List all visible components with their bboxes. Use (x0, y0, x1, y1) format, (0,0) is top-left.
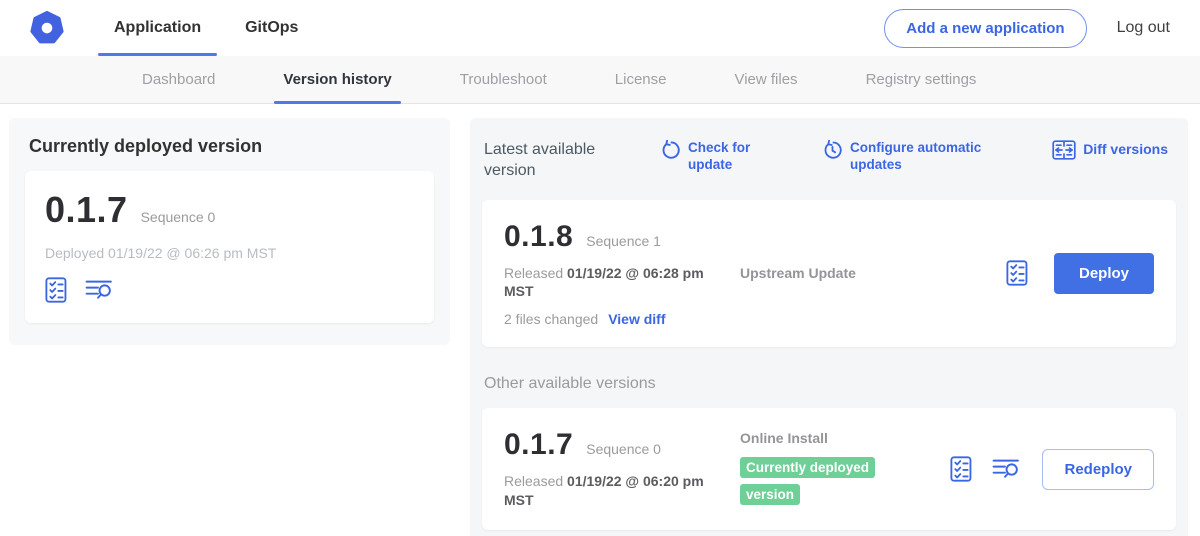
currently-deployed-badge: Currently deployed version (740, 455, 900, 508)
other-released-timestamp: Released 01/19/22 @ 06:20 pm MST (504, 472, 732, 510)
other-version-info: 0.1.7 Sequence 0 Released 01/19/22 @ 06:… (504, 428, 736, 510)
view-files-magnifier-icon[interactable] (85, 278, 113, 302)
version-card-other: 0.1.7 Sequence 0 Released 01/19/22 @ 06:… (482, 408, 1176, 530)
topnav-right: Add a new application Log out (884, 9, 1170, 48)
view-files-magnifier-icon[interactable] (992, 457, 1020, 481)
latest-actions: Deploy (1006, 253, 1154, 294)
latest-source-label: Upstream Update (740, 265, 1006, 281)
subnav-item-view-files[interactable]: View files (734, 56, 797, 103)
deployed-sequence-label: Sequence 0 (141, 209, 216, 225)
latest-released-timestamp: Released 01/19/22 @ 06:28 pm MST (504, 264, 732, 302)
subnav-item-registry-settings[interactable]: Registry settings (866, 56, 977, 103)
logout-link[interactable]: Log out (1117, 19, 1170, 37)
other-sequence-label: Sequence 0 (586, 441, 661, 457)
version-card-latest: 0.1.8 Sequence 1 Released 01/19/22 @ 06:… (482, 200, 1176, 348)
diff-versions-icon (1052, 140, 1076, 160)
view-diff-link[interactable]: View diff (608, 311, 665, 327)
other-actions: Redeploy (950, 449, 1154, 490)
subnav-item-version-history[interactable]: Version history (283, 56, 391, 103)
subnav-item-license[interactable]: License (615, 56, 667, 103)
auto-update-clock-icon (822, 140, 843, 161)
panel-header: Latest available version Check for updat… (482, 132, 1176, 200)
deployed-version-number: 0.1.7 (45, 189, 128, 231)
tab-application[interactable]: Application (98, 0, 217, 56)
latest-files-changed: 2 files changedView diff (504, 311, 736, 327)
deployed-actions (45, 277, 414, 303)
app-logo-icon[interactable] (30, 11, 64, 45)
diff-versions-link[interactable]: Diff versions (1052, 140, 1168, 160)
deployed-timestamp: Deployed 01/19/22 @ 06:26 pm MST (45, 245, 414, 261)
subnav-item-troubleshoot[interactable]: Troubleshoot (460, 56, 547, 103)
other-source-label: Online Install (740, 430, 950, 446)
other-version-number: 0.1.7 (504, 428, 573, 462)
available-versions-panel: Latest available version Check for updat… (470, 118, 1188, 536)
configure-automatic-updates-link[interactable]: Configure automatic updates (822, 140, 1000, 174)
add-application-button[interactable]: Add a new application (884, 9, 1086, 48)
latest-version-number: 0.1.8 (504, 220, 573, 254)
diff-versions-label: Diff versions (1083, 141, 1168, 159)
other-source-column: Online Install Currently deployed versio… (736, 430, 950, 508)
other-available-versions-title: Other available versions (484, 375, 1174, 393)
tab-gitops[interactable]: GitOps (229, 0, 314, 56)
check-for-update-link[interactable]: Check for update (660, 140, 760, 174)
deployed-version-row: 0.1.7 Sequence 0 (45, 189, 414, 231)
app-subnav: Dashboard Version history Troubleshoot L… (0, 56, 1200, 104)
release-notes-icon[interactable] (950, 456, 974, 482)
currently-deployed-card: Currently deployed version 0.1.7 Sequenc… (9, 118, 450, 345)
check-for-update-label: Check for update (688, 140, 760, 174)
latest-version-info: 0.1.8 Sequence 1 Released 01/19/22 @ 06:… (504, 220, 736, 328)
release-notes-icon[interactable] (45, 277, 69, 303)
top-navbar: Application GitOps Add a new application… (0, 0, 1200, 56)
deployed-card-title: Currently deployed version (29, 136, 430, 157)
subnav-item-dashboard[interactable]: Dashboard (142, 56, 215, 103)
panel-title: Latest available version (484, 140, 616, 182)
latest-source-column: Upstream Update (736, 265, 1006, 281)
refresh-icon (660, 140, 681, 161)
configure-automatic-updates-label: Configure automatic updates (850, 140, 1000, 174)
deployed-version-card: 0.1.7 Sequence 0 Deployed 01/19/22 @ 06:… (25, 171, 434, 323)
app-root: Application GitOps Add a new application… (0, 0, 1200, 536)
latest-sequence-label: Sequence 1 (586, 233, 661, 249)
main-content: Currently deployed version 0.1.7 Sequenc… (0, 104, 1200, 536)
release-notes-icon[interactable] (1006, 260, 1030, 286)
deploy-button[interactable]: Deploy (1054, 253, 1154, 294)
redeploy-button[interactable]: Redeploy (1042, 449, 1154, 490)
top-tabs: Application GitOps (98, 0, 326, 56)
